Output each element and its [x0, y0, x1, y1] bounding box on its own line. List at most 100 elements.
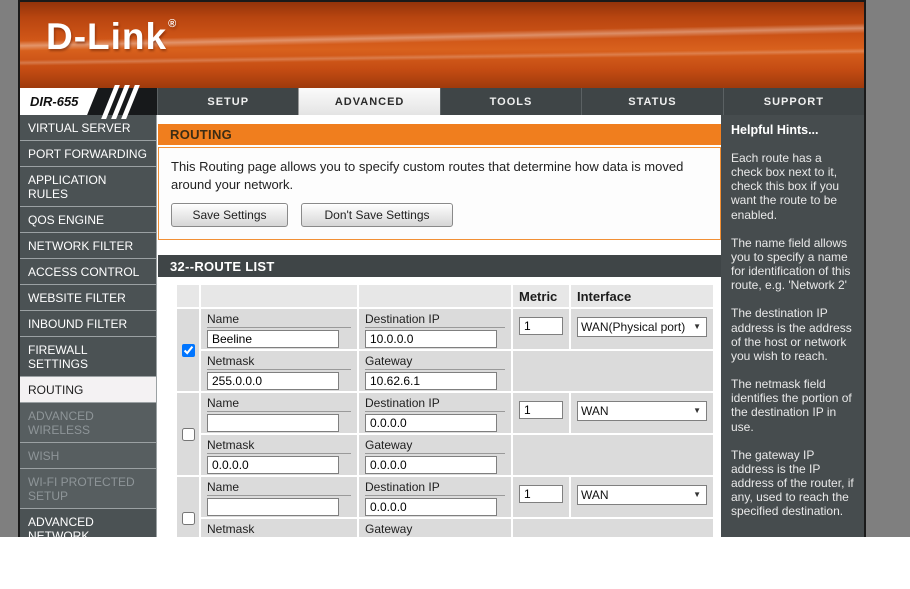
route-1-netmask-input[interactable]: [207, 372, 339, 391]
sidebar-item-firewall-settings[interactable]: FIREWALL SETTINGS: [20, 337, 157, 377]
sidebar-nav: VIRTUAL SERVER PORT FORWARDING APPLICATI…: [20, 115, 157, 537]
route-2-destination-input[interactable]: [365, 414, 497, 433]
route-1-filler-cell: [513, 351, 713, 392]
route-1-metric-cell: [513, 309, 569, 350]
sidebar-item-access-control[interactable]: ACCESS CONTROL: [20, 259, 157, 285]
hint-paragraph: The netmask field identifies the portion…: [731, 377, 852, 434]
route-1-enable-checkbox[interactable]: [181, 343, 195, 357]
route-3-name-input[interactable]: [207, 498, 339, 517]
route-row-2: Name Destination IP WAN: [177, 393, 713, 476]
sidebar-item-virtual-server[interactable]: VIRTUAL SERVER: [20, 115, 157, 141]
route-3-destination-input[interactable]: [365, 498, 497, 517]
route-list-table: Metric Interface Name Destinati: [177, 285, 713, 537]
routing-description-text: This Routing page allows you to specify …: [171, 159, 684, 192]
route-3-checkbox-cell: [177, 477, 199, 537]
route-2-name-cell: Name: [201, 393, 357, 434]
sidebar-item-routing[interactable]: ROUTING: [20, 377, 157, 403]
route-1-destination-cell: Destination IP: [359, 309, 511, 350]
settings-button-row: Save Settings Don't Save Settings: [171, 203, 708, 228]
tab-setup[interactable]: SETUP: [157, 88, 299, 115]
destination-ip-label: Destination IP: [365, 312, 505, 329]
sidebar-item-wifi-protected-setup: WI-FI PROTECTED SETUP: [20, 469, 157, 509]
route-3-metric-input[interactable]: [519, 485, 563, 504]
route-1-checkbox-cell: [177, 309, 199, 392]
route-3-interface-select[interactable]: WAN: [577, 485, 707, 506]
route-2-netmask-cell: Netmask: [201, 435, 357, 476]
brand-banner: D-Link®: [20, 2, 864, 88]
tab-support[interactable]: SUPPORT: [722, 88, 864, 115]
route-row-1: Name Destination IP WAN(Physical: [177, 309, 713, 392]
route-2-interface-select[interactable]: WAN: [577, 401, 707, 422]
gateway-label: Gateway: [365, 354, 505, 371]
sidebar-item-advanced-network[interactable]: ADVANCED NETWORK: [20, 509, 157, 537]
name-label: Name: [207, 480, 351, 497]
route-1-gateway-input[interactable]: [365, 372, 497, 391]
route-1-name-input[interactable]: [207, 330, 339, 349]
route-3-name-cell: Name: [201, 477, 357, 518]
route-3-interface-cell: WAN ▼: [571, 477, 713, 518]
route-1-interface-cell: WAN(Physical port) ▼: [571, 309, 713, 350]
name-label: Name: [207, 312, 351, 329]
netmask-label: Netmask: [207, 354, 351, 371]
router-admin-page: D-Link® DIR-655 SETUP ADVANCED TOOLS STA…: [18, 0, 866, 537]
header-cell-name: [201, 285, 357, 308]
route-2-name-input[interactable]: [207, 414, 339, 433]
route-1-interface-select[interactable]: WAN(Physical port): [577, 317, 707, 338]
sidebar-item-application-rules[interactable]: APPLICATION RULES: [20, 167, 157, 207]
route-2-gateway-input[interactable]: [365, 456, 497, 475]
sidebar-item-port-forwarding[interactable]: PORT FORWARDING: [20, 141, 157, 167]
route-1-metric-input[interactable]: [519, 317, 563, 336]
route-2-enable-checkbox[interactable]: [181, 427, 195, 441]
route-2-metric-input[interactable]: [519, 401, 563, 420]
route-1-netmask-cell: Netmask: [201, 351, 357, 392]
gateway-label: Gateway: [365, 522, 505, 537]
route-3-filler-cell: [513, 519, 713, 537]
sidebar-item-network-filter[interactable]: NETWORK FILTER: [20, 233, 157, 259]
header-cell-interface: Interface: [571, 285, 713, 308]
route-3-gateway-cell: Gateway: [359, 519, 511, 537]
route-3-netmask-cell: Netmask: [201, 519, 357, 537]
hint-paragraph: The destination IP address is the addres…: [731, 306, 852, 363]
helpful-hints-panel: Helpful Hints... Each route has a check …: [721, 115, 864, 537]
route-table-header-row: Metric Interface: [177, 285, 713, 308]
main-nav-tabbar: DIR-655 SETUP ADVANCED TOOLS STATUS SUPP…: [20, 85, 864, 119]
routing-description-box: This Routing page allows you to specify …: [158, 147, 721, 241]
header-cell-destination: [359, 285, 511, 308]
main-panel: ROUTING This Routing page allows you to …: [157, 115, 721, 537]
route-2-destination-cell: Destination IP: [359, 393, 511, 434]
registered-mark: ®: [168, 18, 178, 30]
route-3-enable-checkbox[interactable]: [181, 511, 195, 525]
dlink-logo: D-Link®: [46, 16, 177, 58]
model-label: DIR-655: [20, 88, 98, 115]
diagonal-stripes-decoration: [101, 85, 142, 119]
route-1-destination-input[interactable]: [365, 330, 497, 349]
netmask-label: Netmask: [207, 438, 351, 455]
hint-paragraph: Each route has a check box next to it, c…: [731, 151, 840, 222]
name-label: Name: [207, 396, 351, 413]
dlink-logo-text: D-Link: [46, 16, 168, 57]
dont-save-settings-button[interactable]: Don't Save Settings: [301, 203, 453, 228]
hint-paragraph: The name field allows you to specify a n…: [731, 235, 851, 293]
hint-paragraph: The gateway IP address is the IP address…: [731, 447, 854, 519]
route-2-netmask-input[interactable]: [207, 456, 339, 475]
netmask-label: Netmask: [207, 522, 351, 537]
routing-section-header: ROUTING: [158, 124, 721, 145]
sidebar-item-inbound-filter[interactable]: INBOUND FILTER: [20, 311, 157, 337]
route-2-filler-cell: [513, 435, 713, 476]
model-section: DIR-655: [20, 85, 157, 119]
route-2-gateway-cell: Gateway: [359, 435, 511, 476]
save-settings-button[interactable]: Save Settings: [171, 203, 288, 228]
sidebar-item-qos-engine[interactable]: QOS ENGINE: [20, 207, 157, 233]
gateway-label: Gateway: [365, 438, 505, 455]
sidebar-item-website-filter[interactable]: WEBSITE FILTER: [20, 285, 157, 311]
tab-status[interactable]: STATUS: [581, 88, 723, 115]
header-cell-metric: Metric: [513, 285, 569, 308]
route-row-3: Name Destination IP WAN: [177, 477, 713, 537]
sidebar-item-wish: WISH: [20, 443, 157, 469]
tab-tools[interactable]: TOOLS: [439, 88, 582, 115]
tab-advanced[interactable]: ADVANCED: [298, 88, 440, 115]
route-2-interface-cell: WAN ▼: [571, 393, 713, 434]
destination-ip-label: Destination IP: [365, 480, 505, 497]
header-cell-checkbox: [177, 285, 199, 308]
route-2-metric-cell: [513, 393, 569, 434]
